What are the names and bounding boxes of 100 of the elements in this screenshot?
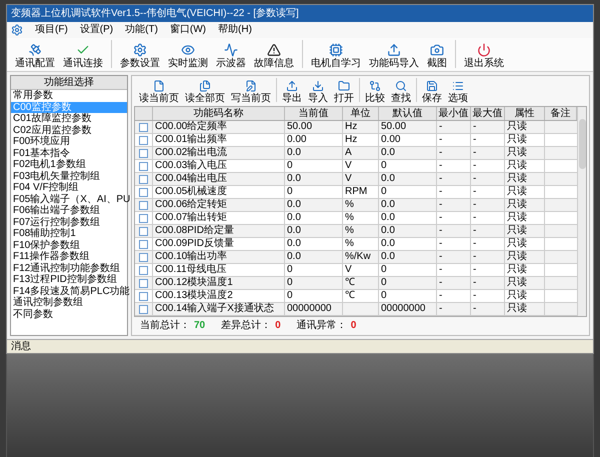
group-list-item[interactable]: F05输入端子（X、AI、PU: [11, 194, 127, 205]
menu-item[interactable]: 窗口(W): [170, 25, 206, 35]
table-cell: 0: [287, 265, 293, 275]
table-cell: 只读: [507, 122, 527, 132]
group-list-item[interactable]: F01基本指令: [11, 148, 127, 159]
table-cell: 只读: [507, 148, 527, 158]
menu-item[interactable]: 功能(T): [125, 25, 158, 35]
row-checkbox[interactable]: [139, 136, 148, 144]
page-tool-button[interactable]: 打开: [331, 80, 357, 104]
upload-icon: [387, 43, 401, 57]
table-cell: C00.03输入电压: [155, 161, 228, 171]
table-cell: 0.0: [381, 226, 395, 236]
page-tool-button[interactable]: 选项: [445, 80, 471, 104]
group-list-item[interactable]: F14多段速及简易PLC功能: [11, 286, 127, 297]
group-list-item[interactable]: F03电机矢量控制组: [11, 170, 127, 182]
table-cell: 只读: [507, 200, 527, 210]
group-list-item[interactable]: 常用参数: [11, 90, 127, 102]
table-cell: %/Kw: [345, 252, 371, 262]
row-checkbox[interactable]: [139, 292, 148, 300]
group-list-item[interactable]: F04 V/F控制组: [11, 182, 127, 194]
status-label: 通讯异常：: [296, 321, 347, 331]
table-cell: ℃: [345, 278, 355, 288]
table-cell: A: [345, 148, 352, 158]
row-checkbox[interactable]: [139, 240, 148, 248]
table-cell: -: [439, 304, 442, 314]
row-checkbox[interactable]: [139, 200, 148, 210]
toolbar-button[interactable]: 电机自学习: [307, 43, 365, 69]
toolbar-button[interactable]: 退出系统: [460, 43, 508, 69]
toolbar-button[interactable]: 故障信息: [250, 43, 298, 69]
table-cell: C00.04输出电压: [155, 174, 228, 184]
page-tool-button[interactable]: 读全部页: [182, 80, 228, 104]
page-tool-button[interactable]: 读当前页: [136, 80, 182, 104]
table-cell: 只读: [507, 291, 527, 301]
row-checkbox[interactable]: [139, 304, 148, 314]
scrollbar[interactable]: [577, 107, 586, 316]
group-list-item[interactable]: F06输出端子参数组: [11, 205, 127, 216]
table-cell: 只读: [507, 226, 527, 236]
group-list-item[interactable]: F08辅助控制1: [11, 228, 127, 240]
group-list-item[interactable]: F00环境应用: [11, 136, 127, 148]
window-title: 变频器上位机调试软件Ver1.5--伟创电气(VEICHI)--22 - [参数读写]: [11, 8, 299, 18]
row-checkbox[interactable]: [139, 226, 148, 236]
column-header: 最大值: [471, 107, 505, 120]
menu-item[interactable]: 帮助(H): [218, 25, 252, 35]
page-tool-button[interactable]: 保存: [419, 80, 445, 104]
row-checkbox[interactable]: [139, 278, 148, 288]
table-cell: C00.09PID反馈量: [155, 239, 234, 249]
search-icon: [395, 80, 407, 92]
table-cell: 0: [381, 265, 387, 275]
row-checkbox[interactable]: [139, 122, 148, 132]
table-cell: 0: [381, 278, 387, 288]
group-list-item[interactable]: F07运行控制参数组: [11, 216, 127, 228]
page-tool-button[interactable]: 写当前页: [228, 80, 274, 104]
group-list-item[interactable]: 不同参数: [11, 308, 127, 320]
import-icon: [312, 80, 324, 92]
status-count: 0: [275, 321, 281, 331]
page-tool-button[interactable]: 导出: [279, 80, 305, 104]
page-tool-button[interactable]: 导入: [305, 80, 331, 104]
group-list-item[interactable]: F13过程PID控制参数组: [11, 274, 127, 286]
group-list-item[interactable]: F12通讯控制功能参数组: [11, 262, 127, 274]
power-icon: [477, 43, 491, 57]
toolbar-button[interactable]: 参数设置: [116, 43, 164, 69]
table-cell: -: [473, 148, 476, 158]
row-checkbox[interactable]: [139, 188, 148, 196]
toolbar-button[interactable]: 截图: [423, 43, 451, 69]
group-list-item[interactable]: F11操作器参数组: [11, 251, 127, 262]
row-checkbox[interactable]: [139, 214, 148, 222]
table-cell: -: [439, 291, 442, 301]
table-cell: 只读: [507, 265, 527, 275]
table-cell: -: [473, 226, 476, 236]
status-count: 70: [194, 321, 206, 331]
toolbar-button[interactable]: 通讯连接: [59, 43, 107, 69]
row-checkbox[interactable]: [139, 162, 148, 170]
page-tool-button[interactable]: 查找: [388, 80, 414, 104]
row-checkbox[interactable]: [139, 174, 148, 184]
group-list-item[interactable]: C01故障监控参数: [11, 113, 127, 124]
table-cell: %: [345, 239, 354, 249]
table-cell: RPM: [345, 187, 368, 197]
table-cell: -: [473, 135, 476, 145]
camera-icon: [430, 43, 444, 57]
table-cell: 0.0: [287, 226, 301, 236]
toolbar-button[interactable]: 通讯配置: [11, 43, 59, 69]
row-checkbox[interactable]: [139, 148, 148, 158]
row-checkbox[interactable]: [139, 252, 148, 262]
group-list-item[interactable]: 通讯控制参数组: [11, 297, 127, 308]
group-list-item[interactable]: C02应用监控参数: [11, 124, 127, 136]
table-cell: C00.01输出频率: [155, 135, 228, 145]
table-cell: 0: [287, 187, 293, 197]
group-list-item[interactable]: F02电机1参数组: [11, 159, 127, 170]
toolbar-button[interactable]: 实时监测: [164, 43, 212, 69]
page-tool-button[interactable]: 比较: [362, 80, 388, 104]
menu-item[interactable]: 项目(F): [35, 25, 68, 35]
table-cell: C00.06给定转矩: [155, 200, 228, 210]
toolbar-button[interactable]: 示波器: [212, 43, 250, 69]
table-cell: -: [439, 252, 442, 262]
table-cell: -: [439, 135, 442, 145]
row-checkbox[interactable]: [139, 266, 148, 274]
toolbar-button[interactable]: 功能码导入: [365, 43, 423, 69]
menu-item[interactable]: 设置(P): [80, 25, 114, 35]
table-cell: -: [473, 213, 476, 223]
group-list-item[interactable]: F10保护参数组: [11, 240, 127, 251]
